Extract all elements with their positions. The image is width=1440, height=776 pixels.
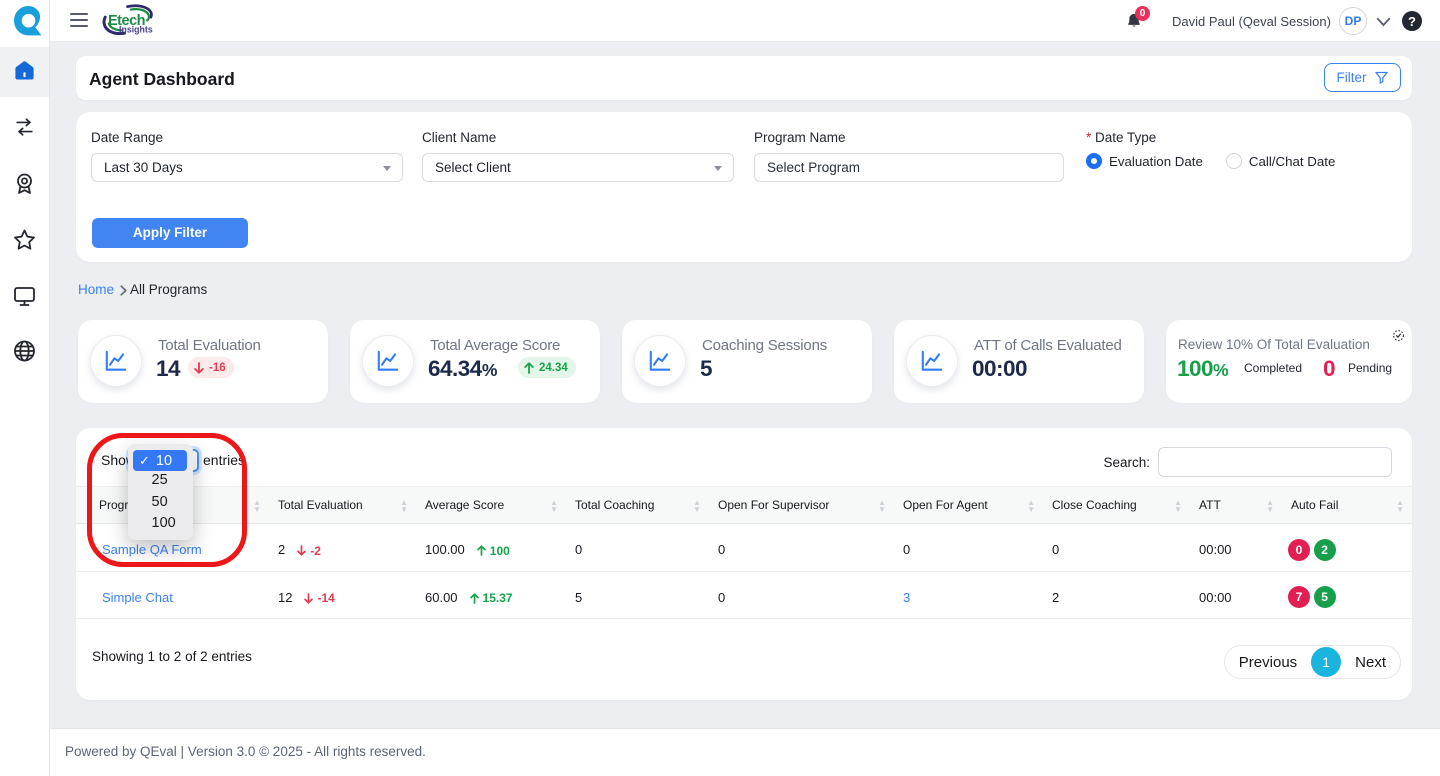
- svg-text:Insights: Insights: [119, 25, 153, 35]
